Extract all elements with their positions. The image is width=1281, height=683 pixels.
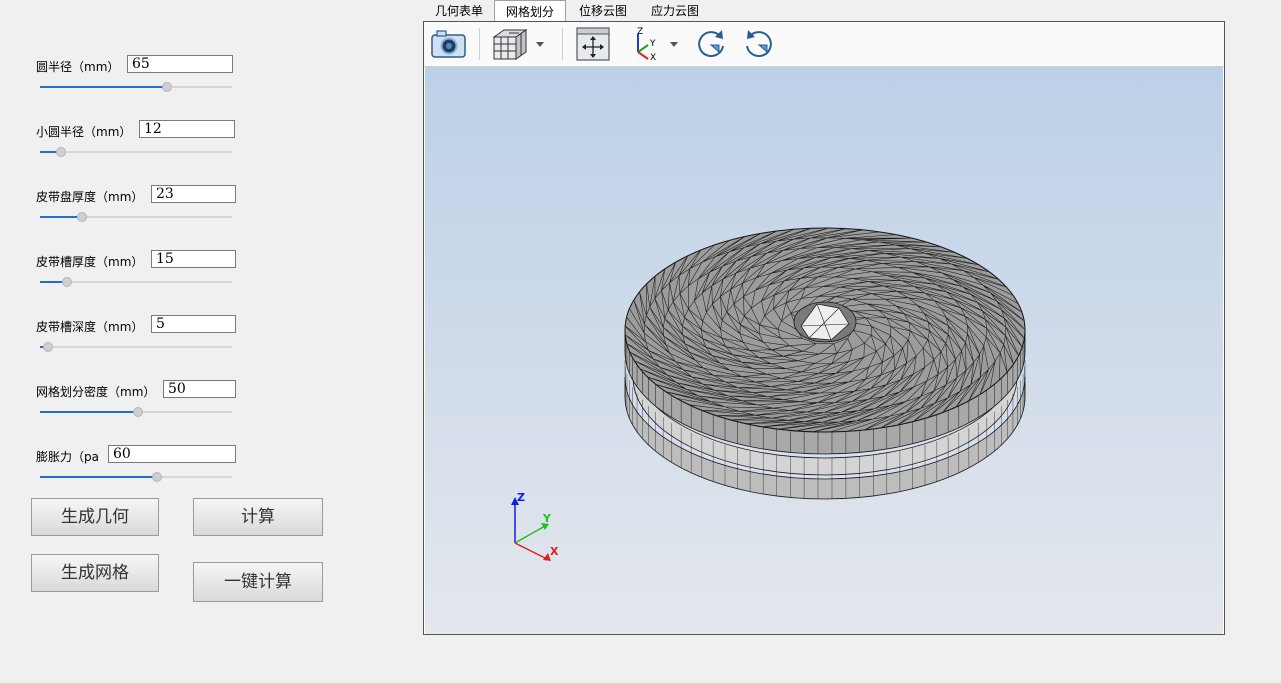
- axis-icon[interactable]: Z Y X: [628, 26, 684, 63]
- small-radius-slider[interactable]: [40, 147, 232, 157]
- small-radius-input[interactable]: [139, 120, 235, 138]
- svg-text:Z: Z: [637, 27, 643, 37]
- tab-stress[interactable]: 应力云图: [640, 2, 710, 22]
- axis-y-label: Y: [542, 512, 552, 525]
- groove-depth-slider[interactable]: [40, 342, 232, 352]
- pulley-thickness-slider[interactable]: [40, 212, 232, 222]
- camera-icon[interactable]: [429, 26, 469, 62]
- generate-mesh-button[interactable]: 生成网格: [31, 554, 159, 592]
- compute-button[interactable]: 计算: [193, 498, 323, 536]
- slider-thumb[interactable]: [56, 147, 67, 157]
- tab-geometry-form[interactable]: 几何表单: [424, 2, 494, 22]
- view-cube-icon[interactable]: [490, 26, 552, 62]
- slider-thumb[interactable]: [42, 342, 53, 352]
- mesh-density-slider[interactable]: [40, 407, 232, 417]
- slider-thumb[interactable]: [61, 277, 72, 287]
- pulley-thickness-input[interactable]: [151, 185, 236, 203]
- rotate-counterclockwise-icon[interactable]: [740, 26, 778, 62]
- mesh-density-input[interactable]: [163, 380, 236, 398]
- param-label: 皮带槽深度（mm）: [36, 320, 144, 334]
- axis-x-label: X: [550, 545, 559, 558]
- svg-text:X: X: [650, 53, 656, 62]
- axis-triad: Z Y X: [511, 491, 559, 561]
- generate-geometry-button[interactable]: 生成几何: [31, 498, 159, 536]
- expansion-force-slider[interactable]: [40, 472, 232, 482]
- tab-displacement[interactable]: 位移云图: [568, 2, 638, 22]
- viewer-toolbar: Z Y X: [424, 22, 1224, 67]
- expansion-force-input[interactable]: [108, 445, 236, 463]
- circle-radius-slider[interactable]: [40, 82, 232, 92]
- fit-view-icon[interactable]: [574, 26, 612, 62]
- param-label: 小圆半径（mm）: [36, 125, 132, 139]
- viewport[interactable]: Z Y X: [425, 67, 1223, 634]
- slider-thumb[interactable]: [152, 472, 163, 482]
- slider-thumb[interactable]: [132, 407, 143, 417]
- 3d-viewer: Z Y X Z Y X: [423, 21, 1225, 635]
- tab-mesh[interactable]: 网格划分: [494, 0, 566, 22]
- slider-thumb[interactable]: [161, 82, 172, 92]
- rotate-clockwise-icon[interactable]: [692, 26, 730, 62]
- param-label: 皮带盘厚度（mm）: [36, 190, 144, 204]
- groove-thickness-slider[interactable]: [40, 277, 232, 287]
- one-click-compute-button[interactable]: 一键计算: [193, 562, 323, 602]
- param-label: 膨胀力（pa: [36, 450, 99, 464]
- circle-radius-input[interactable]: [127, 55, 233, 73]
- param-label: 皮带槽厚度（mm）: [36, 255, 144, 269]
- param-label: 圆半径（mm）: [36, 60, 120, 74]
- axis-z-label: Z: [517, 491, 525, 504]
- groove-depth-input[interactable]: [151, 315, 236, 333]
- svg-text:Y: Y: [649, 39, 656, 49]
- slider-thumb[interactable]: [77, 212, 88, 222]
- param-label: 网格划分密度（mm）: [36, 385, 156, 399]
- groove-thickness-input[interactable]: [151, 250, 236, 268]
